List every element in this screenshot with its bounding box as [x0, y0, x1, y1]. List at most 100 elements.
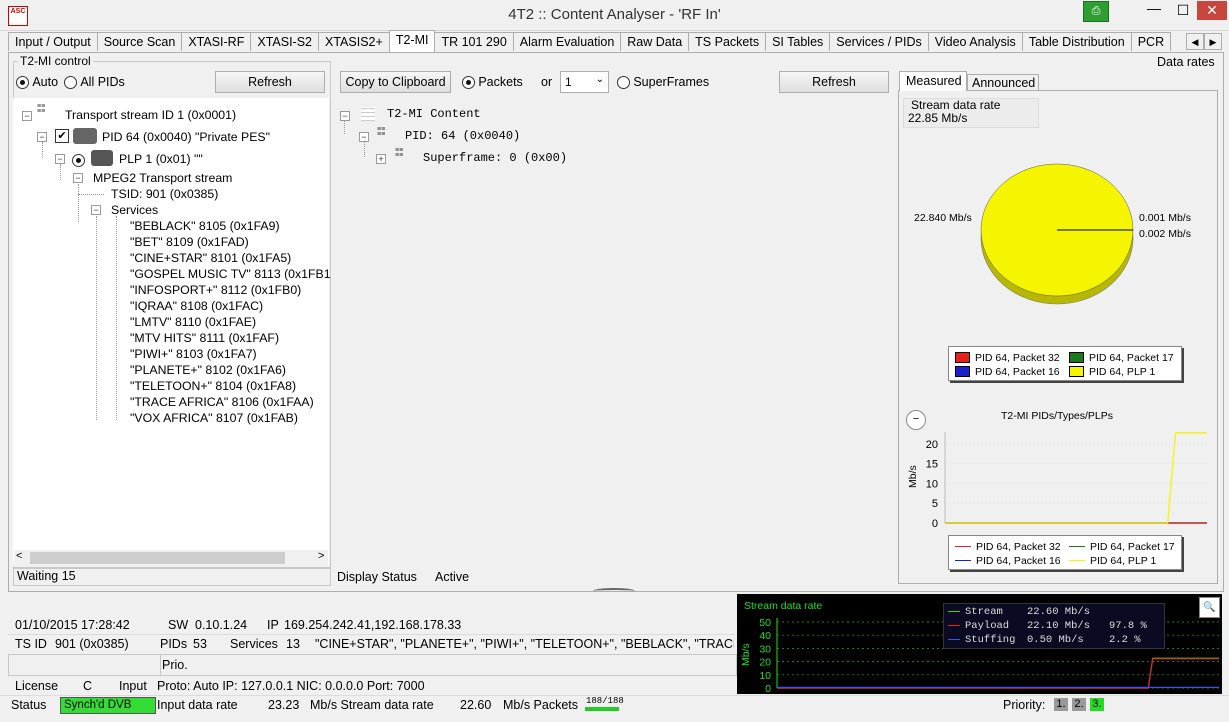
expand-mpeg-icon[interactable]: −: [73, 173, 83, 183]
datetime-text: 01/10/2015 17:28:42: [15, 618, 130, 632]
tree-superframe[interactable]: Superframe: 0 (0x00): [423, 151, 567, 165]
tree-plp[interactable]: PLP 1 (0x01) "": [119, 152, 203, 166]
tab-tr-101-290[interactable]: TR 101 290: [434, 32, 513, 51]
legend-item: PID 64, Packet 16: [955, 553, 1061, 567]
service-item[interactable]: "PIWI+" 8103 (0x1FA7): [130, 347, 331, 363]
tree-content-root[interactable]: T2-MI Content: [387, 107, 481, 121]
tab-measured[interactable]: Measured: [899, 71, 967, 91]
pid-checkbox[interactable]: ✔: [55, 129, 69, 143]
service-item[interactable]: "CINE+STAR" 8101 (0x1FA5): [130, 251, 331, 267]
tab-announced[interactable]: Announced: [967, 74, 1039, 91]
tree-pid[interactable]: PID 64 (0x0040) "Private PES": [102, 130, 270, 144]
t2mi-line-chart: 05101520: [915, 425, 1215, 535]
tab-xtasis2-[interactable]: XTASIS2+: [318, 32, 390, 51]
hscroll-thumb[interactable]: [30, 552, 285, 564]
service-item[interactable]: "GOSPEL MUSIC TV" 8113 (0x1FB1: [130, 267, 331, 283]
status-label: Status: [11, 698, 46, 712]
expand-services-icon[interactable]: −: [91, 205, 101, 215]
radio-packets-indicator[interactable]: [462, 76, 475, 89]
tree-content-pid[interactable]: PID: 64 (0x0040): [405, 129, 520, 143]
radio-superframes[interactable]: SuperFrames: [617, 75, 709, 89]
stream-legend-name: Stream: [965, 606, 1027, 618]
stream-rate-label: Stream data rate: [911, 98, 1000, 112]
tab-si-tables[interactable]: SI Tables: [765, 32, 830, 51]
close-button[interactable]: ✕: [1197, 1, 1227, 20]
tab-scroll-left-icon[interactable]: ◀: [1186, 33, 1204, 50]
tab-table-distribution[interactable]: Table Distribution: [1022, 32, 1132, 51]
stream-legend-value: 22.10 Mb/s: [1027, 620, 1109, 632]
tab-input-output[interactable]: Input / Output: [8, 32, 98, 51]
service-item[interactable]: "VOX AFRICA" 8107 (0x1FAB): [130, 411, 331, 427]
radio-all-pids-indicator[interactable]: [64, 76, 77, 89]
tree-ts[interactable]: Transport stream ID 1 (0x0001): [65, 108, 236, 122]
tab-ts-packets[interactable]: TS Packets: [688, 32, 766, 51]
tab-scroll-right-icon[interactable]: ▶: [1204, 33, 1222, 50]
y-tick-label: 10: [926, 478, 938, 490]
sw-value: 0.10.1.24: [195, 618, 247, 632]
tab-pcr[interactable]: PCR: [1131, 32, 1171, 51]
hscroll-right-icon[interactable]: >: [318, 550, 324, 562]
expand-superframe-icon[interactable]: +: [376, 154, 386, 164]
radio-auto-label: Auto: [32, 75, 58, 89]
legend-label: PID 64, PLP 1: [1089, 366, 1155, 378]
minimize-button[interactable]: —: [1141, 1, 1167, 20]
left-refresh-button[interactable]: Refresh: [215, 71, 325, 93]
service-item[interactable]: "BET" 8109 (0x1FAD): [130, 235, 331, 251]
radio-auto-indicator[interactable]: [16, 76, 29, 89]
stream-rate-status-label: Mb/s Stream data rate: [310, 698, 434, 712]
legend-item: PID 64, PLP 1: [1069, 364, 1155, 378]
priority-box-1[interactable]: 1.: [1054, 698, 1068, 711]
services-value: 13: [286, 637, 300, 651]
tree-mpeg[interactable]: MPEG2 Transport stream: [93, 171, 232, 185]
pin-button[interactable]: ⎙: [1083, 1, 1109, 22]
radio-auto[interactable]: Auto: [16, 75, 58, 89]
expand-plp-icon[interactable]: −: [55, 154, 65, 164]
tab-xtasi-s2[interactable]: XTASI-S2: [250, 32, 319, 51]
tsid-value: 901 (0x0385): [55, 637, 129, 651]
stream-rate-value: 22.85 Mb/s: [908, 111, 967, 125]
tab-raw-data[interactable]: Raw Data: [620, 32, 689, 51]
copy-clipboard-button[interactable]: Copy to Clipboard: [340, 71, 451, 93]
priority-box-2[interactable]: 2.: [1072, 698, 1086, 711]
list-icon: ≡≡≡≡: [37, 104, 53, 120]
pie-label-left: 22.840 Mb/s: [914, 212, 972, 224]
expand-content-pid-icon[interactable]: −: [359, 132, 369, 142]
hscroll-left-icon[interactable]: <: [16, 550, 22, 562]
service-item[interactable]: "TELETOON+" 8104 (0x1FA8): [130, 379, 331, 395]
tab-announced-label: Announced: [972, 76, 1035, 90]
stream-legend-name: Payload: [965, 620, 1027, 632]
tree-services[interactable]: Services: [111, 203, 158, 217]
expand-content-icon[interactable]: −: [340, 111, 350, 121]
plp-radio[interactable]: [72, 154, 85, 167]
tree-tsid[interactable]: TSID: 901 (0x0385): [111, 187, 218, 201]
service-item[interactable]: "LMTV" 8110 (0x1FAE): [130, 315, 331, 331]
service-item[interactable]: "TRACE AFRICA" 8106 (0x1FAA): [130, 395, 331, 411]
service-item[interactable]: "IQRAA" 8108 (0x1FAC): [130, 299, 331, 315]
left-hscrollbar[interactable]: < >: [14, 550, 328, 566]
tab-alarm-evaluation[interactable]: Alarm Evaluation: [513, 32, 622, 51]
expand-pid-icon[interactable]: −: [37, 132, 47, 142]
service-item[interactable]: "MTV HITS" 8111 (0x1FAF): [130, 331, 331, 347]
middle-refresh-button[interactable]: Refresh: [779, 71, 889, 93]
service-item[interactable]: "PLANETE+" 8102 (0x1FA6): [130, 363, 331, 379]
tab-services-pids[interactable]: Services / PIDs: [829, 32, 928, 51]
radio-all-pids[interactable]: All PIDs: [64, 75, 125, 89]
radio-packets[interactable]: Packets: [462, 75, 523, 89]
status-badge: Synch'd DVB: [60, 697, 156, 714]
priority-box-3[interactable]: 3.: [1090, 698, 1104, 711]
title-bar: ASC 4T2 :: Content Analyser - 'RF In' ⎙ …: [0, 0, 1229, 31]
maximize-button[interactable]: ☐: [1170, 1, 1196, 20]
tab-video-analysis[interactable]: Video Analysis: [928, 32, 1023, 51]
legend-item: PID 64, Packet 32: [955, 539, 1061, 553]
radio-superframes-indicator[interactable]: [617, 76, 630, 89]
packet-select[interactable]: 1 ⌄: [560, 71, 609, 93]
zoom-icon[interactable]: 🔍: [1199, 597, 1220, 618]
tab-xtasi-rf[interactable]: XTASI-RF: [181, 32, 251, 51]
tab-source-scan[interactable]: Source Scan: [97, 32, 183, 51]
tab-t2-mi[interactable]: T2-MI: [389, 30, 436, 52]
service-item[interactable]: "INFOSPORT+" 8112 (0x1FB0): [130, 283, 331, 299]
y-tick-label: 10: [759, 670, 771, 682]
expand-ts-icon[interactable]: −: [22, 111, 32, 121]
chevron-down-icon[interactable]: ⌄: [596, 74, 604, 85]
service-item[interactable]: "BEBLACK" 8105 (0x1FA9): [130, 219, 331, 235]
